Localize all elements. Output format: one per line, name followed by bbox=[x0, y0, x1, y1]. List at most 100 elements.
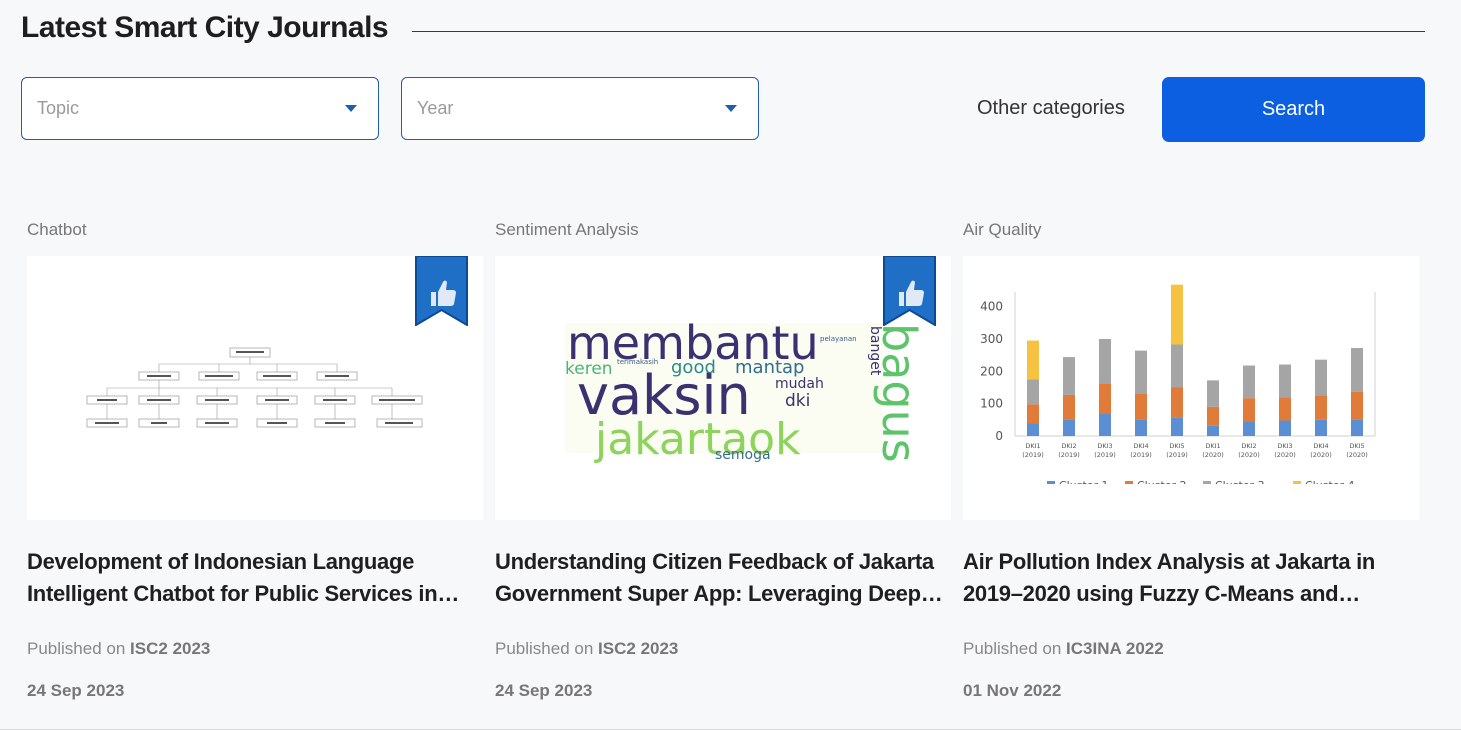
card-date: 01 Nov 2022 bbox=[963, 681, 1062, 700]
card-venue: IC3INA 2022 bbox=[1066, 639, 1164, 658]
chart-bar-segment bbox=[1027, 404, 1039, 424]
chart-x-tick: (2020) bbox=[1274, 451, 1296, 459]
chart-bar-segment bbox=[1135, 350, 1147, 394]
chart-bar-segment bbox=[1135, 419, 1147, 436]
chart-x-tick: (2019) bbox=[1094, 451, 1116, 459]
card-thumbnail[interactable] bbox=[27, 256, 483, 520]
chart-x-tick: DKI4 bbox=[1133, 442, 1148, 450]
year-select[interactable]: Year bbox=[401, 77, 759, 140]
chart-bar-segment bbox=[1243, 398, 1255, 422]
word-cloud-word: mudah bbox=[775, 376, 824, 392]
chart-x-tick: (2019) bbox=[1058, 451, 1080, 459]
card-publication: Published on ISC2 2023 bbox=[27, 639, 483, 659]
chart-x-tick: DKI4 bbox=[1313, 442, 1328, 450]
word-cloud-word: banget bbox=[867, 326, 883, 376]
card-venue: ISC2 2023 bbox=[130, 639, 211, 658]
chart-bar-segment bbox=[1315, 359, 1327, 396]
chart-bar-segment bbox=[1027, 423, 1039, 436]
card-category[interactable]: Chatbot bbox=[27, 220, 483, 244]
year-placeholder: Year bbox=[417, 98, 454, 118]
chart-y-tick: 400 bbox=[980, 300, 1003, 314]
chart-bar-segment bbox=[1135, 393, 1147, 420]
card-title[interactable]: Air Pollution Index Analysis at Jakarta … bbox=[963, 546, 1419, 610]
chart-bar-segment bbox=[1315, 395, 1327, 420]
card-thumbnail[interactable]: membantu vaksin jakartaok bagus good man… bbox=[495, 256, 951, 520]
chart-x-tick: (2019) bbox=[1022, 451, 1044, 459]
journal-card[interactable]: Chatbot Development of Indonesian Langua… bbox=[27, 220, 483, 701]
featured-thumbs-up-icon bbox=[415, 256, 468, 326]
chart-bar-segment bbox=[1171, 417, 1183, 436]
word-cloud-word: good bbox=[671, 357, 716, 378]
chart-bar-segment bbox=[1099, 383, 1111, 415]
chart-bar-segment bbox=[1207, 425, 1219, 436]
chart-x-tick: (2020) bbox=[1238, 451, 1260, 459]
chart-x-tick: DKI5 bbox=[1169, 442, 1184, 450]
topic-select[interactable]: Topic bbox=[21, 77, 379, 140]
chart-bar-segment bbox=[1243, 421, 1255, 436]
chart-bar-segment bbox=[1171, 344, 1183, 388]
chart-x-tick: DKI2 bbox=[1061, 442, 1076, 450]
page-title: Latest Smart City Journals bbox=[21, 11, 389, 44]
chart-bar-segment bbox=[1279, 420, 1291, 436]
journal-card[interactable]: Air Quality 0 100 200 300 400 DKI1 (2019) DKI2(… bbox=[963, 220, 1419, 701]
chart-y-tick: 100 bbox=[980, 397, 1003, 411]
chart-bar-segment bbox=[1027, 340, 1039, 380]
chart-x-tick: (2019) bbox=[1166, 451, 1188, 459]
card-category[interactable]: Air Quality bbox=[963, 220, 1419, 244]
chart-x-tick: DKI5 bbox=[1349, 442, 1364, 450]
heading-divider bbox=[412, 30, 1425, 32]
word-cloud-word: dki bbox=[785, 391, 810, 411]
chart-bar-segment bbox=[1027, 379, 1039, 405]
chart-y-tick: 0 bbox=[995, 429, 1003, 443]
published-prefix: Published on bbox=[27, 639, 126, 658]
chart-x-tick: DKI3 bbox=[1277, 442, 1292, 450]
chart-bar-segment bbox=[1351, 391, 1363, 420]
chart-x-tick: DKI1 bbox=[1025, 442, 1040, 450]
section-heading: Latest Smart City Journals bbox=[21, 8, 1425, 48]
chart-bar-segment bbox=[1351, 348, 1363, 392]
chart-x-tick: DKI2 bbox=[1241, 442, 1256, 450]
chart-bar-segment bbox=[1207, 406, 1219, 426]
chart-x-tick: DKI3 bbox=[1097, 442, 1112, 450]
word-cloud-word: keren bbox=[565, 359, 613, 379]
chart-x-tick: (2020) bbox=[1346, 451, 1368, 459]
chart-bar-segment bbox=[1099, 338, 1111, 384]
word-cloud-word: terimakasih bbox=[617, 358, 658, 366]
featured-thumbs-up-icon bbox=[883, 256, 936, 326]
published-prefix: Published on bbox=[963, 639, 1062, 658]
chart-legend-mask bbox=[1003, 484, 1383, 514]
chart-y-tick: 200 bbox=[980, 364, 1003, 378]
published-prefix: Published on bbox=[495, 639, 594, 658]
word-cloud-word: mantap bbox=[735, 357, 805, 378]
chart-bar-segment bbox=[1207, 380, 1219, 407]
chart-bar-segment bbox=[1171, 284, 1183, 345]
chevron-down-icon bbox=[725, 105, 737, 112]
chart-bar-segment bbox=[1351, 419, 1363, 436]
search-button[interactable]: Search bbox=[1162, 77, 1425, 142]
card-publication: Published on IC3INA 2022 bbox=[963, 639, 1419, 659]
chart-bar-segment bbox=[1063, 357, 1075, 395]
other-categories-link[interactable]: Other categories bbox=[977, 97, 1125, 120]
chart-x-tick: (2020) bbox=[1310, 451, 1332, 459]
chart-bar-segment bbox=[1243, 365, 1255, 399]
card-venue: ISC2 2023 bbox=[598, 639, 679, 658]
chart-bar-segment bbox=[1315, 419, 1327, 436]
journal-card[interactable]: Sentiment Analysis membantu vaksin jakar… bbox=[495, 220, 951, 701]
word-cloud-word: semoga bbox=[715, 447, 771, 463]
card-title[interactable]: Understanding Citizen Feedback of Jakart… bbox=[495, 546, 951, 610]
chevron-down-icon bbox=[345, 105, 357, 112]
chart-x-tick: (2019) bbox=[1130, 451, 1152, 459]
chart-x-tick: DKI1 bbox=[1205, 442, 1220, 450]
card-date: 24 Sep 2023 bbox=[27, 681, 125, 700]
card-title[interactable]: Development of Indonesian Language Intel… bbox=[27, 546, 483, 610]
card-publication: Published on ISC2 2023 bbox=[495, 639, 951, 659]
chart-y-tick: 300 bbox=[980, 332, 1003, 346]
chart-bar-segment bbox=[1099, 414, 1111, 436]
chart-bar-segment bbox=[1279, 364, 1291, 398]
card-thumbnail[interactable]: 0 100 200 300 400 DKI1 (2019) DKI2 (2019) DKI3 (20… bbox=[963, 256, 1419, 520]
chart-bar-segment bbox=[1171, 387, 1183, 418]
card-category[interactable]: Sentiment Analysis bbox=[495, 220, 951, 244]
chart-x-tick: (2020) bbox=[1202, 451, 1224, 459]
chart-bar-segment bbox=[1063, 419, 1075, 436]
chart-bar-segment bbox=[1063, 394, 1075, 420]
